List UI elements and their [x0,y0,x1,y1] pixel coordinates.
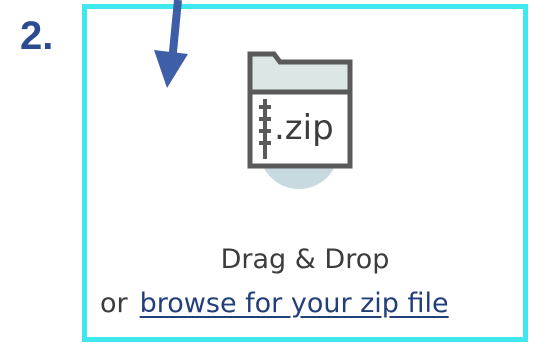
down-arrow-icon [154,0,188,88]
zip-file-folder-icon: .zip [247,51,353,189]
drag-drop-label: Drag & Drop [220,244,390,275]
step-number: 2. [20,14,54,58]
upload-step: 2. .zip Drag & Drop or browse for your zi… [0,0,534,348]
or-label: or [100,288,128,319]
browse-zip-link[interactable]: browse for your zip file [140,288,449,319]
browse-line: or browse for your zip file [100,287,449,321]
zip-icon-label: .zip [274,108,334,148]
